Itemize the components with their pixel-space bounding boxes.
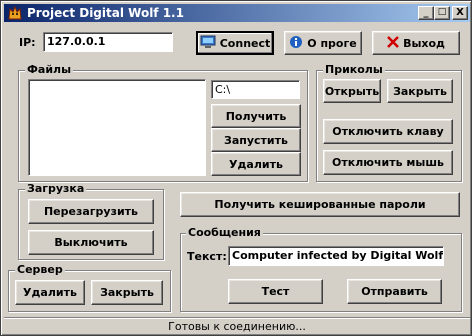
close-cdrom-button[interactable]: Закрыть [387,79,453,103]
reboot-button[interactable]: Перезагрузить [28,199,154,224]
message-text-input[interactable]: Computer infected by Digital Wolf! [228,246,444,266]
shutdown-button[interactable]: Выключить [28,230,154,255]
about-button[interactable]: О проге [284,31,362,55]
maximize-button[interactable]: □ [434,6,450,20]
files-group-title: Файлы [25,63,74,76]
path-input[interactable]: C:\ [211,80,300,99]
window-title: Project Digital Wolf 1.1 [27,6,184,20]
info-icon [289,35,303,52]
about-label: О проге [307,36,357,50]
files-list[interactable] [28,79,206,176]
ip-input[interactable]: 127.0.0.1 [43,32,173,52]
close-window-button[interactable]: X [452,6,468,20]
status-bar: Готовы к соединению... [4,317,470,335]
boot-group-title: Загрузка [25,182,87,195]
connect-label: Connect [219,36,271,50]
get-cached-passwords-button[interactable]: Получить кешированные пароли [180,192,460,217]
wolf-app-icon [7,5,23,21]
disable-keyboard-button[interactable]: Отключить клаву [323,119,453,144]
exit-label: Выход [403,36,445,50]
get-file-button[interactable]: Получить [211,104,301,128]
pranks-group-title: Приколы [323,63,385,76]
run-file-button[interactable]: Запустить [211,128,301,152]
main-window: Project Digital Wolf 1.1 _ □ X IP: 127.0… [0,0,472,336]
remove-server-button[interactable]: Удалить [15,280,85,305]
test-message-button[interactable]: Тест [228,279,323,304]
delete-file-button[interactable]: Удалить [211,152,301,176]
exit-button[interactable]: Выход [372,31,460,55]
red-x-icon [387,35,399,51]
close-server-button[interactable]: Закрыть [91,280,163,305]
title-bar[interactable]: Project Digital Wolf 1.1 _ □ X [4,4,470,22]
send-message-button[interactable]: Отправить [347,279,442,304]
monitor-icon [200,35,216,52]
open-cdrom-button[interactable]: Открыть [323,79,381,103]
disable-mouse-button[interactable]: Отключить мышь [323,150,453,175]
message-text-label: Текст: [187,250,227,263]
server-group-title: Сервер [15,263,65,276]
connect-button[interactable]: Connect [196,31,274,55]
minimize-button[interactable]: _ [418,6,434,20]
ip-label: IP: [19,36,36,49]
messages-group-title: Сообщения [186,226,263,239]
